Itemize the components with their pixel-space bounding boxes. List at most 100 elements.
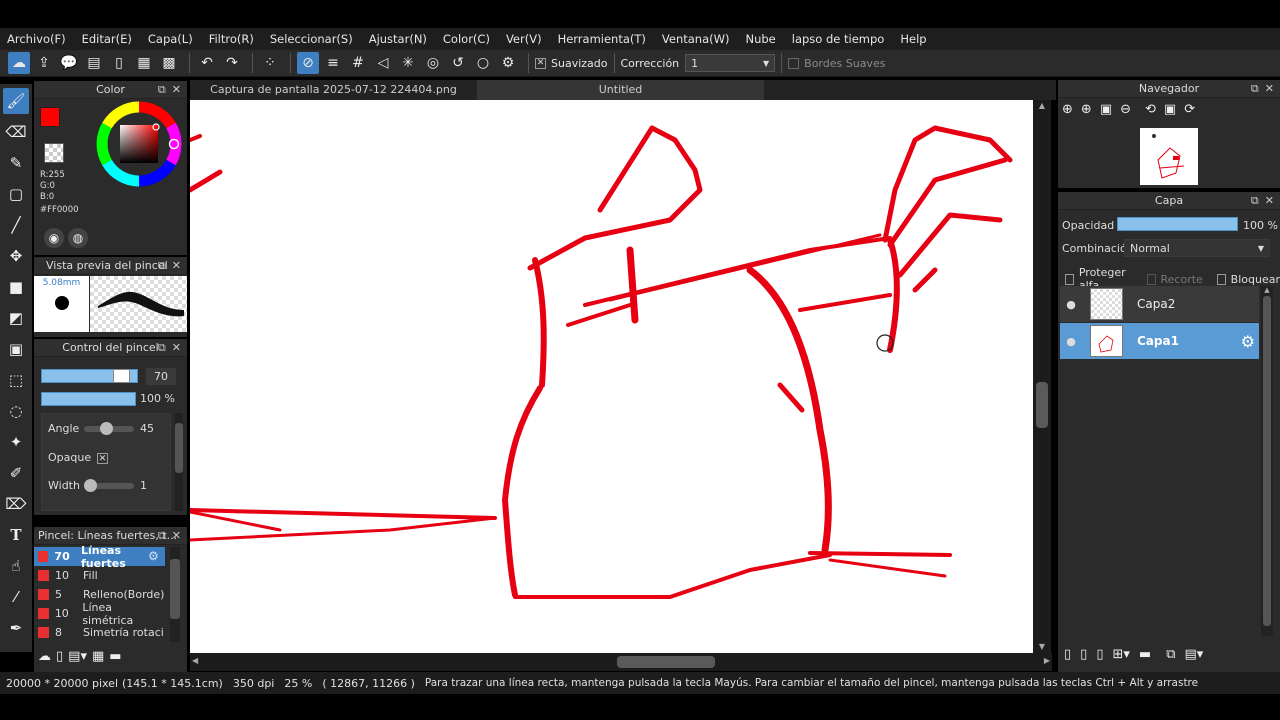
angle-slider[interactable] — [84, 422, 134, 435]
layer-menu-icon[interactable]: ▤▾ — [1184, 647, 1203, 662]
layer-list-scrollbar[interactable]: ▲ — [1261, 286, 1273, 636]
soft-edges-toggle[interactable]: Bordes Suaves — [788, 57, 885, 70]
layer-row-selected[interactable]: ● Capa1 ⚙ — [1060, 323, 1259, 359]
close-icon[interactable]: ✕ — [172, 83, 181, 97]
layer-opacity-value[interactable]: 100 % — [1243, 219, 1278, 232]
new-layer-icon[interactable]: ▯ — [1064, 647, 1071, 662]
brush-list-item[interactable]: 70 Líneas fuertes — [34, 544, 165, 570]
grid-layout-icon[interactable]: ▩ — [158, 52, 180, 74]
cloud-icon[interactable]: ☁ — [8, 52, 30, 74]
vanishing-point-icon[interactable]: ◁ — [372, 52, 394, 74]
snap-off-icon[interactable]: ⊘ — [297, 52, 319, 74]
lock-checkbox[interactable] — [1216, 273, 1226, 285]
new-folder-icon[interactable]: ▬ — [1139, 647, 1151, 662]
rotate-left-icon[interactable]: ⟲ — [1145, 102, 1156, 117]
smoothing-checkbox[interactable]: ✕ — [535, 57, 546, 69]
layer-row[interactable]: ● Capa2 — [1060, 286, 1259, 322]
undock-icon[interactable]: ⧉ — [158, 529, 166, 543]
cloud-brush-icon[interactable]: ☁ — [38, 649, 51, 664]
layer-opacity-slider[interactable] — [1117, 217, 1238, 231]
scroll-down-arrow[interactable]: ▼ — [1033, 642, 1051, 651]
reset-view-icon[interactable]: ▣ — [1164, 102, 1176, 117]
zoom-fit-icon[interactable]: ⊕ — [1081, 102, 1092, 117]
angle-slider-knob[interactable] — [100, 422, 113, 435]
selection-dots-icon[interactable]: ⁘ — [259, 52, 281, 74]
main-color-swatch[interactable] — [40, 107, 60, 127]
canvas-vertical-scrollbar[interactable]: ▲ ▼ — [1033, 100, 1051, 653]
menu-seleccionar[interactable]: Seleccionar(S) — [266, 32, 357, 46]
panel-layout-icon[interactable]: ▦ — [133, 52, 155, 74]
close-icon[interactable]: ✕ — [172, 341, 181, 355]
undo-icon[interactable]: ↶ — [196, 52, 218, 74]
color-settings-icon[interactable]: ◍ — [68, 228, 88, 248]
text-tool-icon[interactable]: T — [3, 522, 29, 548]
brush-opacity-slider[interactable] — [41, 392, 136, 406]
move-tool-icon[interactable]: ✥ — [3, 243, 29, 269]
brush-menu-icon[interactable]: ▤▾ — [68, 649, 87, 664]
width-slider[interactable] — [84, 479, 134, 492]
brush-opacity-value[interactable]: 100 % — [140, 392, 175, 405]
tab-untitled[interactable]: Untitled — [477, 80, 764, 100]
layer-settings-gear-icon[interactable]: ⚙ — [1241, 332, 1255, 351]
undock-icon[interactable]: ⧉ — [158, 341, 166, 355]
navigator-thumbnail[interactable] — [1140, 128, 1198, 185]
new-brush-icon[interactable]: ▯ — [56, 649, 63, 664]
parallel-snap-icon[interactable]: ≡ — [322, 52, 344, 74]
brush-folder-icon[interactable]: ▬ — [109, 649, 121, 664]
share-icon[interactable]: ⇪ — [33, 52, 55, 74]
speech-bubble-icon[interactable]: 💬 — [58, 52, 80, 74]
menu-archivo[interactable]: Archivo(F) — [3, 32, 70, 46]
snap-settings-icon[interactable]: ⚙ — [497, 52, 519, 74]
correction-select[interactable]: 1 ▼ — [685, 54, 776, 72]
eye-icon[interactable]: ● — [1060, 335, 1082, 348]
add-layer-menu-icon[interactable]: ⊞▾ — [1112, 647, 1129, 662]
scroll-right-arrow[interactable]: ▶ — [1044, 656, 1050, 665]
undock-icon[interactable]: ⧉ — [158, 83, 166, 97]
page-icon[interactable]: ▯ — [108, 52, 130, 74]
zoom-in-icon[interactable]: ⊕ — [1062, 102, 1073, 117]
radial-snap-icon[interactable]: ✳ — [397, 52, 419, 74]
menu-ventana[interactable]: Ventana(W) — [658, 32, 734, 46]
menu-lapso[interactable]: lapso de tiempo — [788, 32, 889, 46]
blend-mode-select[interactable]: Normal ▼ — [1124, 239, 1270, 257]
brush-list-item[interactable]: 8 Simetría rotacio — [34, 623, 165, 642]
bucket-tool-icon[interactable]: ◩ — [3, 305, 29, 331]
magic-wand-icon[interactable]: ✦ — [3, 429, 29, 455]
brush-list-item[interactable]: 10 Línea simétrica — [34, 601, 165, 627]
scroll-left-arrow[interactable]: ◀ — [192, 656, 198, 665]
circle-snap-icon[interactable]: ○ — [472, 52, 494, 74]
color-wheel[interactable] — [96, 101, 182, 187]
menu-nube[interactable]: Nube — [741, 32, 779, 46]
shape-tool-icon[interactable]: ▢ — [3, 181, 29, 207]
menu-color[interactable]: Color(C) — [439, 32, 494, 46]
canvas-horizontal-scrollbar[interactable]: ◀ ▶ — [190, 653, 1052, 671]
new-layer-8bit-icon[interactable]: ▯ — [1080, 647, 1087, 662]
rotate-right-icon[interactable]: ⟳ — [1184, 102, 1195, 117]
width-slider-knob[interactable] — [84, 479, 97, 492]
scroll-up-arrow[interactable]: ▲ — [1033, 101, 1051, 110]
brush-settings-icon[interactable]: ▦ — [92, 649, 104, 664]
fill-rect-icon[interactable]: ■ — [3, 274, 29, 300]
smoothing-toggle[interactable]: ✕ Suavizado — [535, 57, 608, 70]
cross-snap-icon[interactable]: # — [347, 52, 369, 74]
brush-size-value[interactable]: 70 — [146, 368, 176, 385]
concentric-snap-icon[interactable]: ◎ — [422, 52, 444, 74]
menu-editar[interactable]: Editar(E) — [78, 32, 136, 46]
opaque-checkbox[interactable]: ✕ — [97, 453, 108, 464]
palette-icon[interactable]: ◉ — [44, 228, 64, 248]
menu-filtro[interactable]: Filtro(R) — [205, 32, 258, 46]
hand-tool-icon[interactable]: ☝ — [3, 553, 29, 579]
close-icon[interactable]: ✕ — [172, 529, 181, 543]
new-layer-1bit-icon[interactable]: ▯ — [1096, 647, 1103, 662]
brush-control-scrollbar[interactable] — [175, 413, 183, 511]
select-eraser-icon[interactable]: ⌦ — [3, 491, 29, 517]
menu-capa[interactable]: Capa(L) — [144, 32, 197, 46]
dot-eraser-icon[interactable]: ✎ — [3, 150, 29, 176]
fit-screen-icon[interactable]: ▣ — [1100, 102, 1112, 117]
duplicate-layer-icon[interactable]: ⧉ — [1166, 647, 1175, 662]
close-icon[interactable]: ✕ — [1265, 194, 1274, 208]
close-icon[interactable]: ✕ — [172, 259, 181, 273]
zoom-out-icon[interactable]: ⊖ — [1120, 102, 1131, 117]
brush-tool-icon[interactable]: 🖌 — [3, 88, 29, 114]
lasso-select-icon[interactable]: ◌ — [3, 398, 29, 424]
